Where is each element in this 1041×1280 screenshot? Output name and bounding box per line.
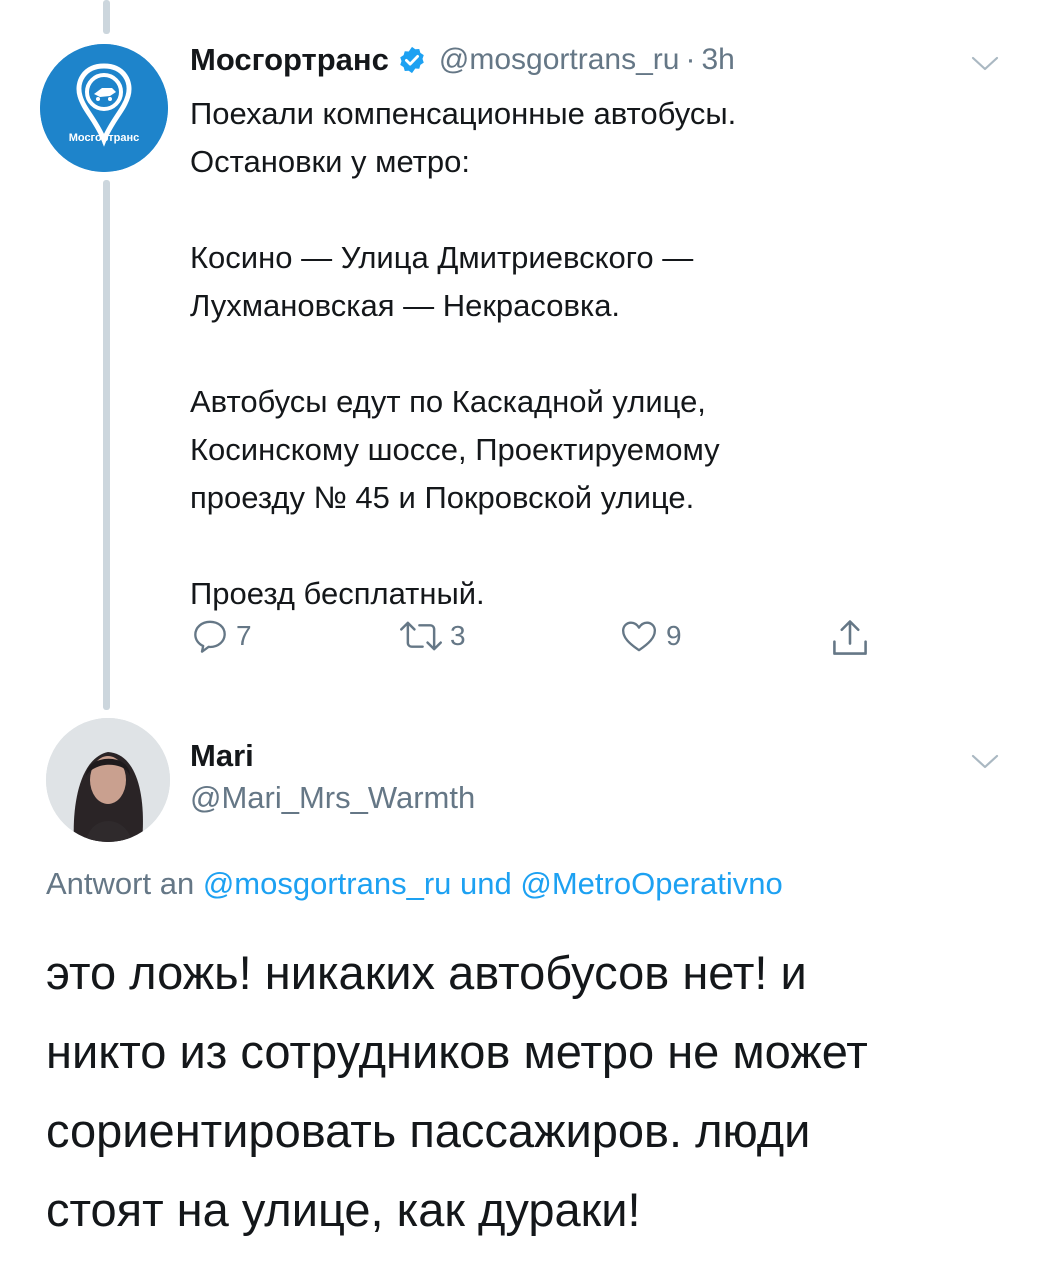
reply-count: 7: [236, 620, 252, 651]
tweet-header: Мосгортранс @mosgortrans_ru · 3h: [190, 42, 735, 78]
avatar-label: Мосгортранс: [68, 132, 140, 144]
reply-button[interactable]: 7: [190, 616, 252, 656]
reply-prefix: Antwort an: [46, 866, 195, 901]
author-name[interactable]: Мосгортранс: [190, 42, 389, 78]
tweet-time[interactable]: 3h: [701, 43, 734, 77]
verified-badge-icon: [397, 45, 427, 75]
heart-icon: [622, 621, 656, 652]
meta-separator: ·: [685, 43, 696, 76]
thread-line: [103, 180, 110, 710]
reply-icon: [194, 620, 226, 653]
reply-chevron-down-icon[interactable]: [970, 752, 1000, 772]
thread-line-top: [103, 0, 110, 34]
share-button[interactable]: [828, 616, 872, 660]
mention-mosgortrans[interactable]: @mosgortrans_ru: [203, 866, 452, 901]
reply-author-name[interactable]: Mari: [190, 738, 254, 774]
reply-text: это ложь! никаких автобусов нет! и никто…: [46, 946, 868, 1236]
retweet-icon: [400, 621, 442, 651]
author-handle[interactable]: @mosgortrans_ru: [439, 43, 680, 77]
reply-author-handle[interactable]: @Mari_Mrs_Warmth: [190, 780, 475, 816]
avatar-mari[interactable]: [46, 718, 170, 842]
user-photo-icon: [46, 718, 170, 842]
reply-conjunction: und: [460, 866, 512, 901]
mosgortrans-logo-icon: [40, 44, 168, 172]
chevron-down-icon[interactable]: [970, 54, 1000, 74]
like-button[interactable]: 9: [618, 616, 682, 656]
replying-to: Antwort an @mosgortrans_ru und @MetroOpe…: [46, 866, 783, 902]
reply-header: Mari: [190, 738, 254, 774]
avatar-mosgortrans[interactable]: Мосгортранс: [40, 44, 168, 172]
share-icon: [833, 620, 867, 655]
like-count: 9: [666, 620, 682, 651]
tweet-text: Поехали компенсационные автобусы. Остано…: [190, 96, 737, 611]
retweet-count: 3: [450, 620, 466, 651]
retweet-button[interactable]: 3: [398, 616, 466, 656]
mention-metrooperativno[interactable]: @MetroOperativno: [520, 866, 782, 901]
